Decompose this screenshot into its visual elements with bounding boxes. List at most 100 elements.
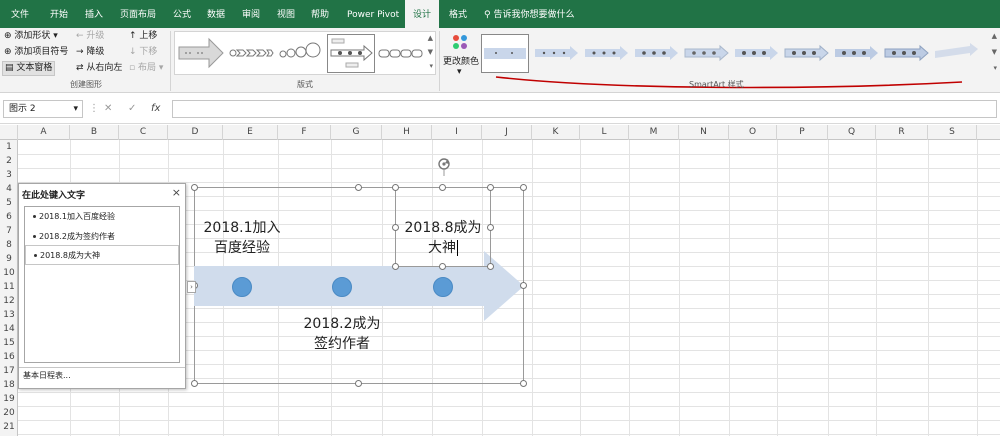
styles-expand-icon[interactable]: ▾ [993, 64, 997, 72]
shape-resize-handle[interactable] [439, 184, 446, 191]
row-header[interactable]: 11 [0, 280, 18, 294]
rotate-handle-icon[interactable] [436, 156, 452, 176]
column-header[interactable]: O [729, 125, 777, 140]
shape-resize-handle[interactable] [487, 224, 494, 231]
column-header[interactable]: H [382, 125, 432, 140]
tab-home[interactable]: 开始 [50, 0, 68, 28]
text-pane-list[interactable]: 2018.1加入百度经验 2018.2成为签约作者 2018.8成为大神 [24, 206, 180, 363]
gallery-expand-icon[interactable]: ▾ [429, 62, 433, 70]
layout-thumb[interactable] [177, 34, 225, 73]
style-thumb[interactable] [532, 34, 580, 73]
row-header[interactable]: 9 [0, 252, 18, 266]
row-header[interactable]: 20 [0, 406, 18, 420]
column-header[interactable]: I [432, 125, 482, 140]
row-header[interactable]: 8 [0, 238, 18, 252]
styles-scroll-down-icon[interactable]: ▼ [992, 48, 997, 56]
row-header[interactable]: 15 [0, 336, 18, 350]
resize-handle[interactable] [520, 380, 527, 387]
list-item[interactable]: 2018.2成为签约作者 [25, 227, 179, 247]
shape-resize-handle[interactable] [392, 263, 399, 270]
name-box[interactable]: 图示 2 ▾ [3, 100, 83, 118]
column-header[interactable]: L [580, 125, 629, 140]
column-header[interactable]: B [70, 125, 119, 140]
layout-description-link[interactable]: 基本日程表... [23, 370, 71, 381]
add-bullet-button[interactable]: ⊕ 添加项目符号 [4, 46, 68, 59]
column-header[interactable]: E [223, 125, 278, 140]
gallery-scroll-down-icon[interactable]: ▼ [428, 48, 433, 56]
layout-thumb[interactable] [377, 34, 425, 73]
column-header[interactable]: A [18, 125, 70, 140]
select-all-corner[interactable] [0, 125, 18, 140]
column-header[interactable]: D [168, 125, 223, 140]
shape-resize-handle[interactable] [439, 263, 446, 270]
text-pane-button[interactable]: ▤ 文本窗格 [2, 61, 56, 76]
text-pane-toggle-chevron-icon[interactable]: › [187, 281, 196, 293]
column-header[interactable]: R [876, 125, 928, 140]
row-header[interactable]: 13 [0, 308, 18, 322]
move-down-button[interactable]: ↓ 下移 [129, 46, 157, 59]
add-shape-button[interactable]: ⊕ 添加形状 ▾ [4, 30, 58, 43]
resize-handle[interactable] [191, 184, 198, 191]
row-header[interactable]: 10 [0, 266, 18, 280]
layout-button[interactable]: ▫ 布局 ▾ [129, 62, 163, 75]
column-header[interactable]: K [532, 125, 580, 140]
column-header[interactable]: Q [828, 125, 876, 140]
timeline-dot[interactable] [232, 277, 252, 297]
row-header[interactable]: 2 [0, 154, 18, 168]
style-thumb[interactable] [632, 34, 680, 73]
gallery-scroll-up-icon[interactable]: ▲ [428, 34, 433, 42]
list-item-active[interactable]: 2018.8成为大神 [25, 245, 179, 265]
column-header[interactable]: N [679, 125, 729, 140]
row-header[interactable]: 7 [0, 224, 18, 238]
timeline-dot[interactable] [332, 277, 352, 297]
row-header[interactable]: 19 [0, 392, 18, 406]
right-to-left-button[interactable]: ⇄ 从右向左 [76, 62, 122, 75]
tab-help[interactable]: 帮助 [311, 0, 329, 28]
row-header[interactable]: 1 [0, 140, 18, 154]
tab-view[interactable]: 视图 [277, 0, 295, 28]
resize-handle[interactable] [191, 380, 198, 387]
timeline-text-1[interactable]: 2018.1加入 百度经验 [196, 218, 288, 258]
style-thumb[interactable] [782, 34, 830, 73]
timeline-text-2[interactable]: 2018.2成为 签约作者 [296, 314, 388, 354]
timeline-text-3[interactable]: 2018.8成为 大神 [397, 218, 489, 258]
cancel-icon[interactable]: ✕ [104, 100, 112, 118]
row-header[interactable]: 14 [0, 322, 18, 336]
tab-review[interactable]: 审阅 [242, 0, 260, 28]
style-thumb[interactable] [882, 34, 930, 73]
column-header[interactable]: P [777, 125, 828, 140]
layout-thumb[interactable] [277, 34, 325, 73]
list-item[interactable]: 2018.1加入百度经验 [25, 207, 179, 227]
column-header[interactable]: G [331, 125, 382, 140]
tab-design[interactable]: 设计 [405, 0, 440, 28]
enter-icon[interactable]: ✓ [128, 100, 136, 118]
change-colors-button[interactable]: 更改颜色 ▾ [442, 30, 480, 78]
row-header[interactable]: 17 [0, 364, 18, 378]
column-header[interactable]: F [278, 125, 331, 140]
style-thumb[interactable] [682, 34, 730, 73]
style-thumb[interactable] [932, 34, 980, 73]
resize-handle[interactable] [355, 184, 362, 191]
row-header[interactable]: 16 [0, 350, 18, 364]
tab-power-pivot[interactable]: Power Pivot [347, 0, 399, 28]
row-header[interactable]: 4 [0, 182, 18, 196]
tell-me-search[interactable]: ⚲ 告诉我你想要做什么 [484, 0, 574, 28]
row-header[interactable]: 5 [0, 196, 18, 210]
layout-thumb-basic-timeline[interactable] [327, 34, 375, 73]
shape-resize-handle[interactable] [392, 184, 399, 191]
shape-resize-handle[interactable] [487, 263, 494, 270]
column-header[interactable]: S [928, 125, 977, 140]
layout-thumb[interactable] [227, 34, 275, 73]
tab-format[interactable]: 格式 [449, 0, 467, 28]
column-header[interactable]: J [482, 125, 532, 140]
row-header[interactable]: 3 [0, 168, 18, 182]
column-header[interactable]: C [119, 125, 168, 140]
tab-insert[interactable]: 插入 [85, 0, 103, 28]
tab-page-layout[interactable]: 页面布局 [120, 0, 156, 28]
resize-handle[interactable] [520, 184, 527, 191]
promote-button[interactable]: ← 升级 [76, 30, 104, 43]
style-thumb[interactable] [582, 34, 630, 73]
formula-input[interactable] [172, 100, 997, 118]
tab-file[interactable]: 文件 [11, 0, 29, 28]
shape-resize-handle[interactable] [487, 184, 494, 191]
